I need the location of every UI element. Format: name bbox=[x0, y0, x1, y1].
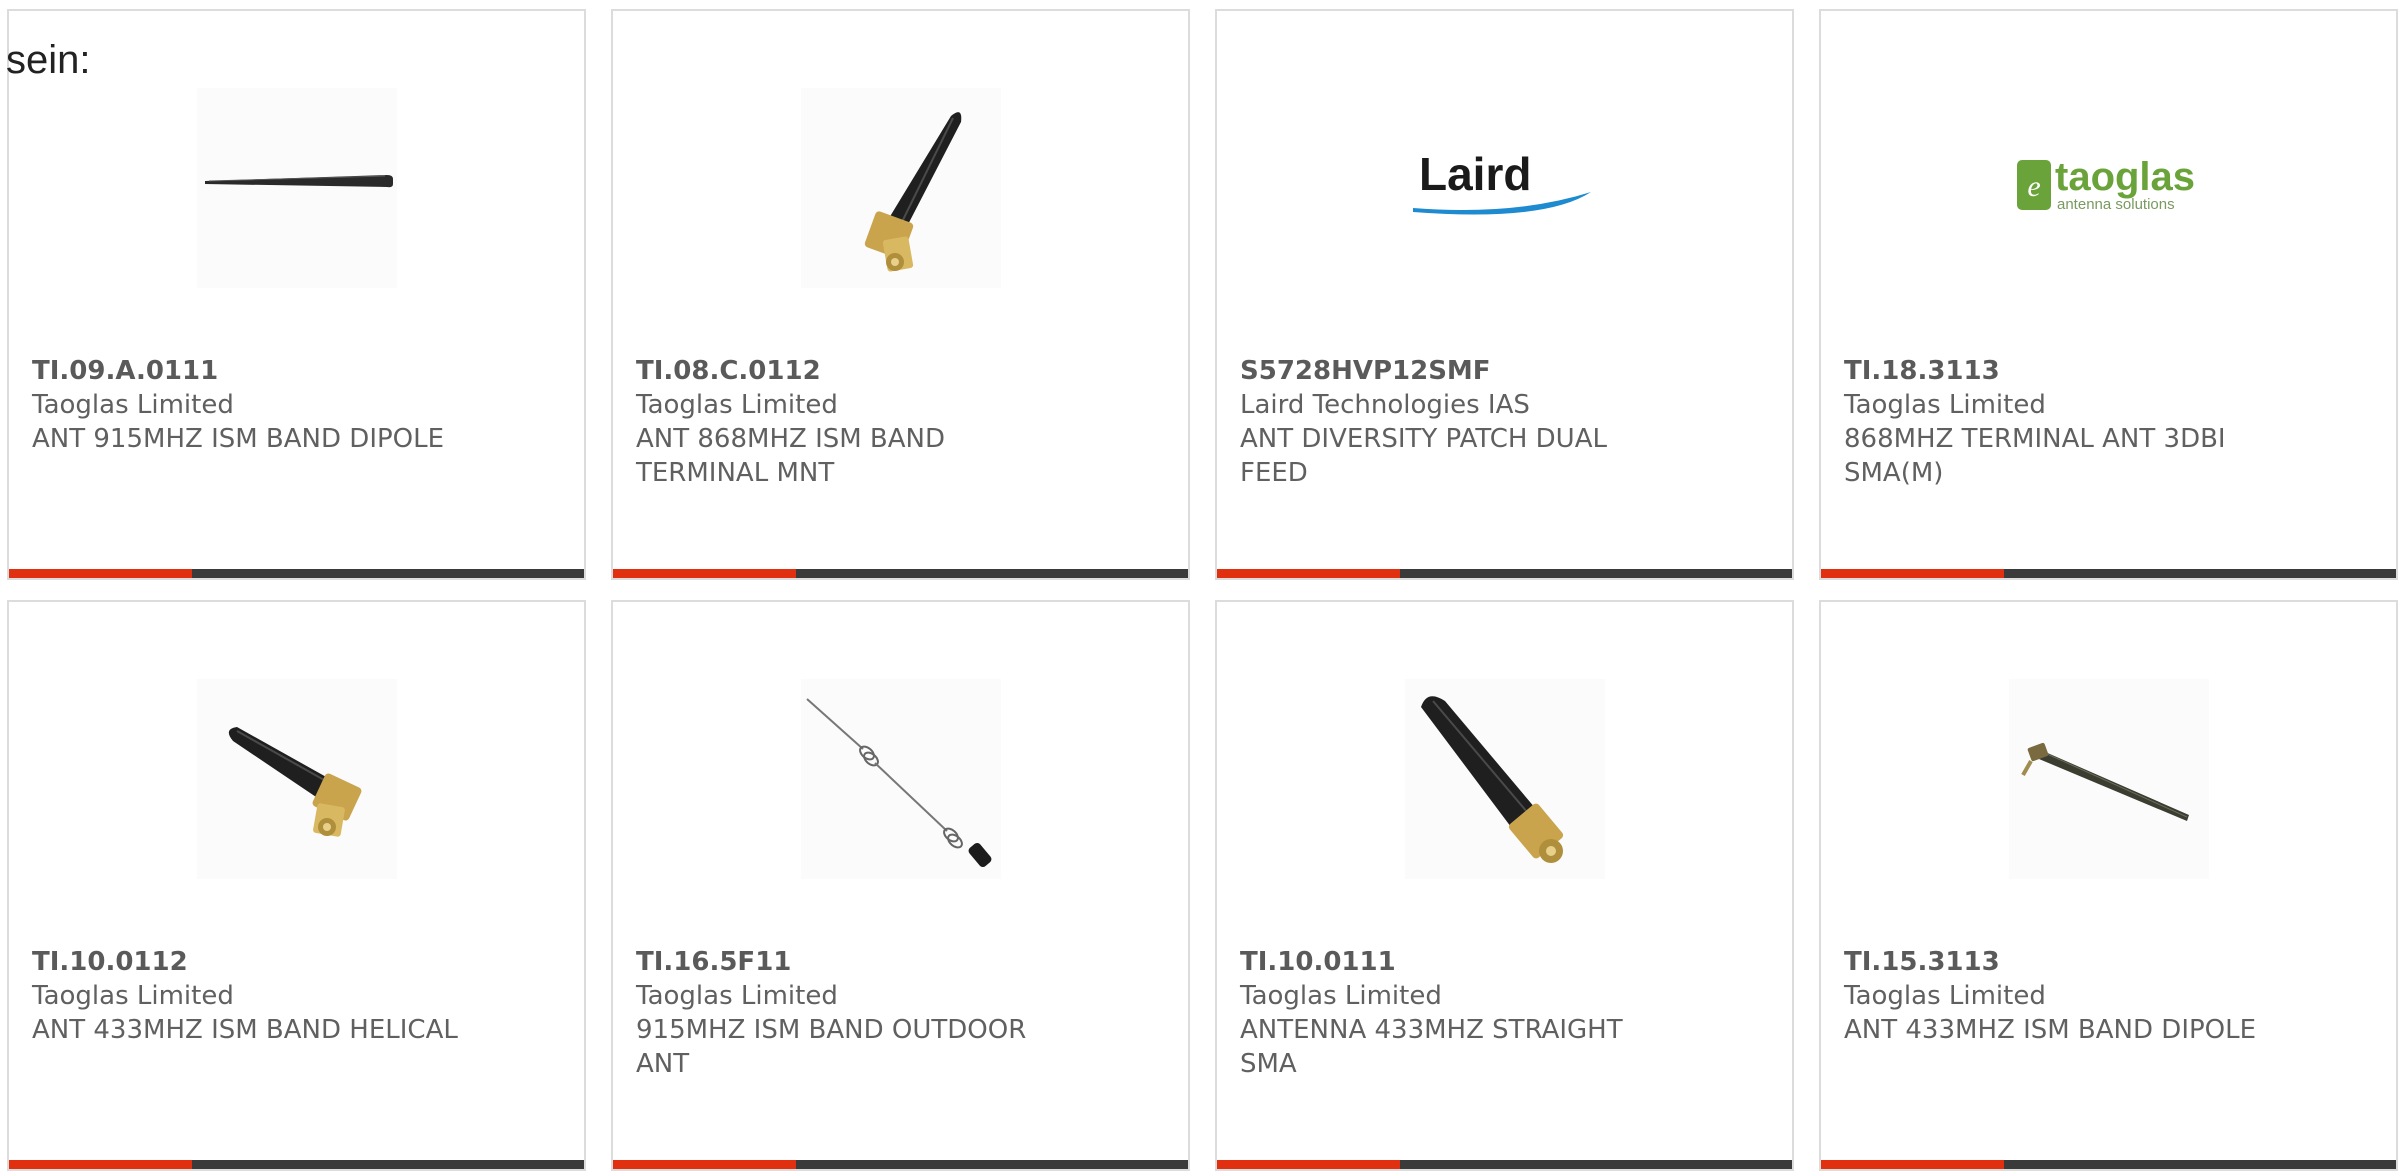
product-info: TI.15.3113 Taoglas Limited ANT 433MHZ IS… bbox=[1844, 945, 2284, 1047]
description: 868MHZ TERMINAL ANT 3DBI bbox=[1844, 424, 2226, 454]
product-info: S5728HVP12SMF Laird Technologies IAS ANT… bbox=[1240, 354, 1680, 490]
part-number[interactable]: TI.18.3113 bbox=[1844, 354, 2284, 388]
manufacturer: Taoglas Limited bbox=[32, 390, 234, 420]
product-card[interactable]: TI.09.A.0111 Taoglas Limited ANT 915MHZ … bbox=[7, 9, 586, 580]
product-card[interactable]: TI.16.5F11 Taoglas Limited 915MHZ ISM BA… bbox=[611, 600, 1190, 1171]
card-bar bbox=[1217, 569, 1792, 578]
description: ANTENNA 433MHZ STRAIGHT bbox=[1240, 1015, 1623, 1045]
product-image[interactable] bbox=[2009, 679, 2209, 879]
product-info: TI.18.3113 Taoglas Limited 868MHZ TERMIN… bbox=[1844, 354, 2284, 490]
straight-sma-antenna-icon bbox=[1421, 696, 1564, 863]
product-card[interactable]: TI.08.C.0112 Taoglas Limited ANT 868MHZ … bbox=[611, 9, 1190, 580]
card-bar bbox=[1821, 1160, 2396, 1169]
hinged-dipole-antenna-icon bbox=[2021, 742, 2189, 821]
manufacturer: Taoglas Limited bbox=[636, 390, 838, 420]
description: ANT 868MHZ ISM BAND bbox=[636, 424, 946, 454]
card-bar-accent bbox=[613, 569, 796, 578]
product-info: TI.16.5F11 Taoglas Limited 915MHZ ISM BA… bbox=[636, 945, 1076, 1081]
part-number[interactable]: TI.15.3113 bbox=[1844, 945, 2284, 979]
card-bar-accent bbox=[9, 1160, 192, 1169]
taoglas-logo-tagline: antenna solutions bbox=[2057, 196, 2175, 213]
manufacturer: Taoglas Limited bbox=[636, 981, 838, 1011]
taoglas-logo: e taoglas antenna solutions bbox=[2017, 155, 2195, 213]
card-bar-accent bbox=[1821, 1160, 2004, 1169]
product-grid: TI.09.A.0111 Taoglas Limited ANT 915MHZ … bbox=[7, 9, 2398, 1171]
product-card[interactable]: Laird S5728HVP12SMF Laird Technologies I… bbox=[1215, 9, 1794, 580]
card-bar-accent bbox=[9, 569, 192, 578]
part-number[interactable]: TI.16.5F11 bbox=[636, 945, 1076, 979]
product-card[interactable]: TI.10.0111 Taoglas Limited ANTENNA 433MH… bbox=[1215, 600, 1794, 1171]
card-bar-accent bbox=[613, 1160, 796, 1169]
card-bar-accent bbox=[1217, 1160, 1400, 1169]
description-continued: FEED bbox=[1240, 458, 1308, 488]
taoglas-logo-text: taoglas bbox=[2055, 155, 2195, 199]
card-bar bbox=[1217, 1160, 1792, 1169]
lead-text: sein: bbox=[6, 38, 91, 82]
product-image[interactable]: e taoglas antenna solutions bbox=[2009, 88, 2209, 288]
manufacturer: Taoglas Limited bbox=[32, 981, 234, 1011]
card-bar-accent bbox=[1821, 569, 2004, 578]
svg-text:e: e bbox=[2027, 170, 2040, 203]
laird-logo: Laird bbox=[1413, 148, 1591, 215]
card-bar bbox=[613, 1160, 1188, 1169]
description: ANT 433MHZ ISM BAND HELICAL bbox=[32, 1015, 458, 1045]
product-image[interactable] bbox=[197, 88, 397, 288]
description: ANT DIVERSITY PATCH DUAL bbox=[1240, 424, 1607, 454]
card-bar-accent bbox=[1217, 569, 1400, 578]
manufacturer: Taoglas Limited bbox=[1844, 390, 2046, 420]
laird-logo-text: Laird bbox=[1419, 148, 1531, 200]
part-number[interactable]: TI.10.0112 bbox=[32, 945, 472, 979]
product-image[interactable] bbox=[197, 679, 397, 879]
product-image[interactable] bbox=[801, 88, 1001, 288]
card-bar bbox=[1821, 569, 2396, 578]
coiled-wire-antenna-icon bbox=[806, 698, 992, 868]
straight-whip-antenna-icon bbox=[205, 175, 393, 188]
product-card[interactable]: e taoglas antenna solutions TI.18.3113 T… bbox=[1819, 9, 2398, 580]
right-angle-sma-antenna-icon bbox=[864, 112, 962, 272]
card-bar bbox=[9, 1160, 584, 1169]
description: ANT 433MHZ ISM BAND DIPOLE bbox=[1844, 1015, 2257, 1045]
product-info: TI.08.C.0112 Taoglas Limited ANT 868MHZ … bbox=[636, 354, 1076, 490]
product-card[interactable]: TI.15.3113 Taoglas Limited ANT 433MHZ IS… bbox=[1819, 600, 2398, 1171]
description-continued: SMA(M) bbox=[1844, 458, 1944, 488]
description-continued: ANT bbox=[636, 1049, 690, 1079]
product-info: TI.10.0111 Taoglas Limited ANTENNA 433MH… bbox=[1240, 945, 1680, 1081]
description: 915MHZ ISM BAND OUTDOOR bbox=[636, 1015, 1027, 1045]
card-bar bbox=[9, 569, 584, 578]
product-info: TI.10.0112 Taoglas Limited ANT 433MHZ IS… bbox=[32, 945, 472, 1047]
description: ANT 915MHZ ISM BAND DIPOLE bbox=[32, 424, 445, 454]
description-continued: TERMINAL MNT bbox=[636, 458, 835, 488]
part-number[interactable]: TI.09.A.0111 bbox=[32, 354, 472, 388]
manufacturer: Taoglas Limited bbox=[1240, 981, 1442, 1011]
manufacturer: Taoglas Limited bbox=[1844, 981, 2046, 1011]
product-image[interactable] bbox=[801, 679, 1001, 879]
part-number[interactable]: S5728HVP12SMF bbox=[1240, 354, 1680, 388]
card-bar bbox=[613, 569, 1188, 578]
product-image[interactable] bbox=[1405, 679, 1605, 879]
part-number[interactable]: TI.10.0111 bbox=[1240, 945, 1680, 979]
right-angle-sma-antenna-icon bbox=[228, 727, 362, 837]
product-info: TI.09.A.0111 Taoglas Limited ANT 915MHZ … bbox=[32, 354, 472, 456]
product-image[interactable]: Laird bbox=[1405, 88, 1605, 288]
description-continued: SMA bbox=[1240, 1049, 1297, 1079]
product-card[interactable]: TI.10.0112 Taoglas Limited ANT 433MHZ IS… bbox=[7, 600, 586, 1171]
part-number[interactable]: TI.08.C.0112 bbox=[636, 354, 1076, 388]
manufacturer: Laird Technologies IAS bbox=[1240, 390, 1530, 420]
